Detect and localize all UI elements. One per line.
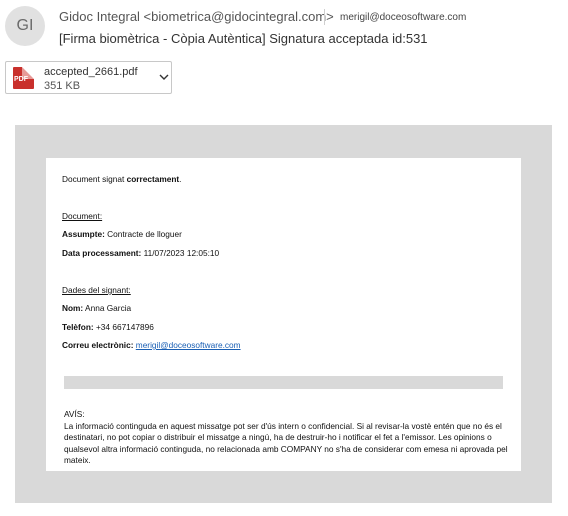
message-subject: [Firma biomètrica - Còpia Autèntica] Sig… — [59, 31, 428, 46]
signer-name-row: Nom: Anna Garcia — [62, 303, 132, 313]
notice-text: La informació continguda en aquest missa… — [64, 420, 508, 466]
notice-title: AVÍS: — [64, 409, 85, 419]
body-right-margin — [521, 158, 552, 471]
subject-row: Assumpte: Contracte de lloguer — [62, 229, 182, 239]
body-left-margin — [15, 158, 46, 471]
intro-line: Document signat correctament. — [62, 174, 182, 184]
attachment-name[interactable]: accepted_2661.pdf — [44, 66, 138, 78]
email-body-frame: Document signat correctament. Document: … — [15, 125, 552, 503]
signer-email-row: Correu electrònic: merigil@doceosoftware… — [62, 340, 241, 350]
sender-address[interactable]: Gidoc Integral <biometrica@gidocintegral… — [59, 9, 334, 24]
attachment-card[interactable]: PDF accepted_2661.pdf 351 KB — [5, 61, 172, 94]
sender-avatar[interactable]: GI — [5, 6, 45, 46]
body-bottom-band — [15, 471, 552, 503]
body-top-band — [15, 125, 552, 158]
email-body-content: Document signat correctament. Document: … — [46, 158, 521, 471]
message-header: GI Gidoc Integral <biometrica@gidocinteg… — [0, 0, 568, 60]
pdf-icon-label: PDF — [14, 76, 28, 83]
chevron-down-icon[interactable] — [157, 70, 171, 84]
attachment-size: 351 KB — [44, 80, 81, 92]
header-divider — [324, 9, 325, 25]
pdf-icon: PDF — [13, 67, 34, 89]
separator-band — [64, 376, 503, 389]
signer-heading: Dades del signant: — [62, 285, 131, 295]
signer-email-link[interactable]: merigil@doceosoftware.com — [136, 340, 241, 350]
processed-date-row: Data processament: 11/07/2023 12:05:10 — [62, 248, 220, 258]
legal-notice: AVÍS: La informació continguda en aquest… — [64, 409, 508, 467]
document-heading: Document: — [62, 211, 103, 221]
recipient-address[interactable]: merigil@doceosoftware.com — [340, 12, 466, 23]
signer-phone-row: Telèfon: +34 667147896 — [62, 322, 154, 332]
